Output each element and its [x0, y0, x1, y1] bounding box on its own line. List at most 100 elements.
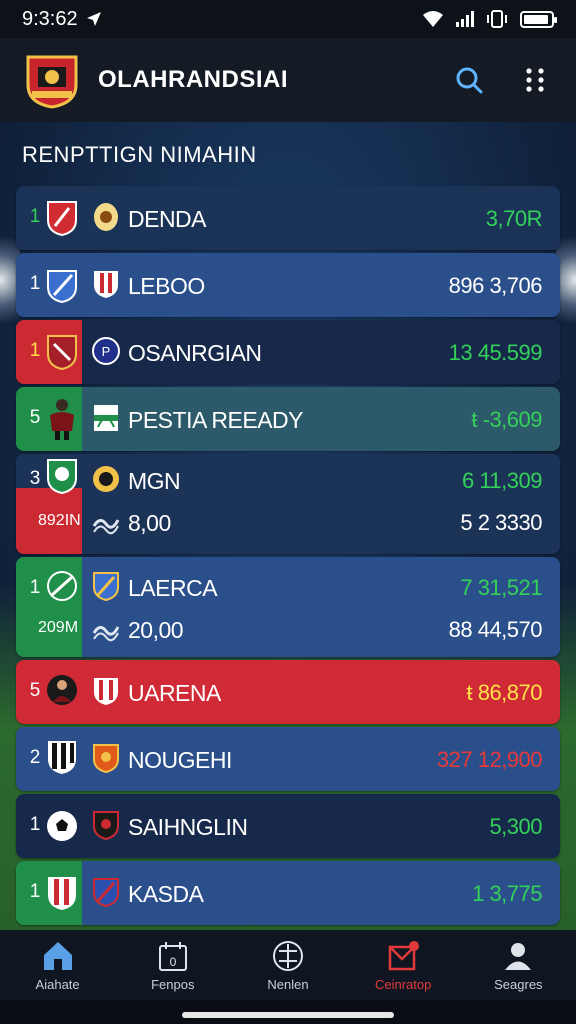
standings-row[interactable]: 2 NOUGEHI 327 12,900	[16, 727, 560, 791]
crest-icon	[93, 466, 119, 492]
status-time: 9:3:62	[22, 7, 78, 30]
app-header: OLAHRANDSIAI	[0, 38, 576, 122]
team-score: 3,70R	[485, 206, 543, 231]
team-name: LEBOO	[128, 273, 205, 299]
wave-icon	[92, 626, 120, 642]
search-icon	[456, 67, 483, 94]
nav-item-standings[interactable]: Ceinratop	[353, 939, 453, 992]
standings-row[interactable]: 1 LAERCA 7 31,521 209M 20,00 88 44,570	[16, 557, 560, 657]
section-title: RENPTTIGN NIMAHIN	[22, 142, 257, 167]
row-rank: 3	[29, 468, 41, 489]
standings-row[interactable]: 3 MGN 6 11,309 892IN 8,00 5 2 3330	[16, 454, 560, 554]
row-rank: 5	[29, 680, 41, 701]
team-score: 327 12,900	[436, 747, 543, 772]
home-indicator[interactable]	[182, 1012, 394, 1018]
crest-icon	[93, 572, 119, 601]
nav-item-fixtures[interactable]: 0 Fenpos	[123, 939, 223, 992]
vibrate-icon	[487, 10, 507, 28]
battery-icon	[520, 10, 557, 28]
row-rank: 2	[29, 747, 41, 768]
home-icon	[43, 941, 72, 970]
row-rank: 1	[29, 273, 41, 294]
player-badge-icon	[47, 675, 77, 705]
signal-icon	[456, 11, 474, 27]
standings-row[interactable]: 1 KASDA 1 3,775	[16, 861, 560, 925]
standings-row[interactable]: 1 SAIHNGLIN 5,300	[16, 794, 560, 858]
soccer-ball-icon	[47, 811, 77, 841]
row-rank: 1	[29, 577, 41, 598]
team-sub-name: 8,00	[128, 510, 171, 536]
striped-badge-icon	[48, 877, 76, 910]
team-sub-name: 20,00	[128, 617, 184, 643]
shield-badge-icon	[47, 459, 77, 494]
team-score: ŧ -3,609	[471, 407, 542, 432]
nav-label: Ceinratop	[374, 976, 432, 992]
crest-icon	[94, 203, 118, 231]
nav-label: Seagres	[494, 976, 543, 992]
shield-badge-icon	[47, 201, 77, 236]
team-score: 1 3,775	[472, 881, 542, 906]
team-name: NOUGEHI	[128, 747, 232, 773]
row-sub-label: 892IN	[38, 512, 81, 529]
team-sub-score: 88 44,570	[448, 617, 543, 642]
crest-icon	[94, 271, 118, 298]
team-name: MGN	[128, 468, 181, 494]
team-name: UARENA	[128, 680, 221, 706]
shield-badge-icon	[47, 571, 77, 601]
team-name: DENDA	[128, 206, 207, 232]
app-title: OLAHRANDSIAI	[98, 66, 288, 93]
standings-row[interactable]: 1 DENDA 3,70R	[16, 186, 560, 250]
nav-item-profile[interactable]: Seagres	[468, 939, 568, 992]
more-options-button[interactable]	[518, 63, 552, 97]
nav-item-home[interactable]: Aiahate	[8, 939, 108, 992]
row-rank: 1	[29, 206, 41, 227]
team-name: SAIHNGLIN	[128, 814, 248, 840]
team-score: 13 45.599	[448, 340, 543, 365]
team-name: KASDA	[128, 881, 204, 907]
svg-text:0: 0	[169, 955, 176, 969]
striped-badge-icon	[47, 270, 77, 303]
shield-badge-icon	[47, 335, 77, 370]
wave-icon	[92, 519, 120, 535]
team-score: 896 3,706	[448, 273, 543, 298]
team-name: OSANRGIAN	[128, 340, 262, 366]
notification-inbox-icon	[388, 940, 420, 970]
crest-icon	[93, 744, 119, 773]
crest-icon	[94, 405, 118, 431]
standings-list: 1 DENDA 3,70R 1 LEBOO 896 3,706 1 P OSAN…	[16, 186, 560, 928]
user-icon	[505, 942, 532, 970]
crest-icon	[93, 811, 119, 840]
ball-icon	[272, 940, 303, 971]
row-sub-label: 209M	[38, 619, 79, 636]
team-sub-score: 5 2 3330	[460, 510, 542, 535]
striped-badge-icon	[48, 741, 76, 774]
crest-icon	[94, 678, 118, 705]
row-rank: 5	[29, 407, 41, 428]
standings-row[interactable]: 5 UARENA ŧ 86,870	[16, 660, 560, 724]
standings-row[interactable]: 1 LEBOO 896 3,706	[16, 253, 560, 317]
row-rank: 1	[29, 814, 41, 835]
player-icon	[50, 399, 74, 440]
nav-label: Fenpos	[151, 976, 195, 992]
nav-label: Aiahate	[35, 976, 80, 992]
more-vertical-icon	[526, 68, 544, 92]
team-score: 6 11,309	[461, 468, 543, 493]
club-crest-logo	[26, 55, 78, 109]
location-arrow-icon	[86, 12, 101, 26]
row-rank: 1	[29, 340, 41, 361]
wifi-icon	[423, 11, 443, 27]
standings-row[interactable]: 5 PESTIA REEADY ŧ -3,609	[16, 387, 560, 451]
calendar-icon: 0	[158, 941, 187, 971]
bottom-navigation: Aiahate 0 Fenpos Nenlen Ceinratop Seagre…	[0, 930, 576, 1000]
svg-text:P: P	[102, 344, 111, 359]
row-rank: 1	[29, 881, 41, 902]
status-bar: 9:3:62	[0, 0, 576, 38]
team-score: ŧ 86,870	[466, 680, 542, 705]
team-name: LAERCA	[128, 575, 218, 601]
nav-label: Nenlen	[267, 976, 309, 992]
nav-item-news[interactable]: Nenlen	[238, 939, 338, 992]
team-score: 5,300	[489, 814, 542, 839]
crest-icon: P	[92, 337, 120, 365]
standings-row[interactable]: 1 P OSANRGIAN 13 45.599	[16, 320, 560, 384]
search-button[interactable]	[452, 63, 486, 97]
